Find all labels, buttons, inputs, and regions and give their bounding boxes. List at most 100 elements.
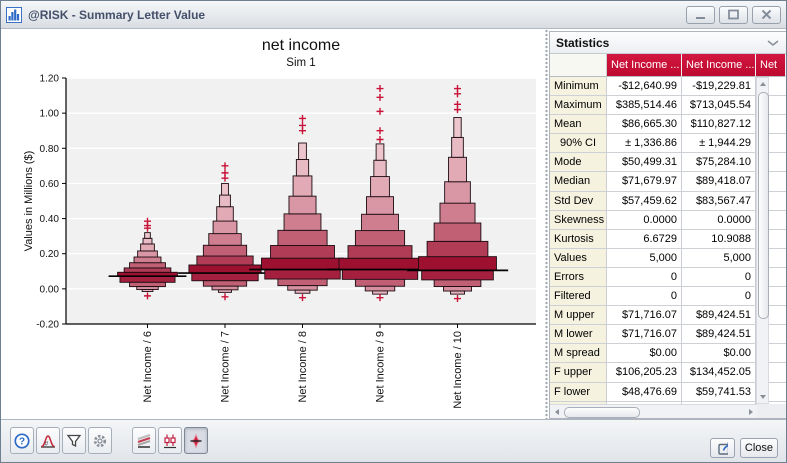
stats-row: Kurtosis6.672910.9088 xyxy=(550,230,786,249)
stats-cell: -$12,640.99 xyxy=(607,77,682,96)
trend-bands-icon xyxy=(135,432,153,450)
minimize-button[interactable] xyxy=(686,6,715,24)
stats-horizontal-scrollbar[interactable] xyxy=(550,404,757,418)
minimize-icon xyxy=(694,9,707,20)
stats-corner-cell xyxy=(550,54,607,77)
statistics-panel: Statistics Net Income ...Net Income ...N… xyxy=(549,31,787,419)
stats-row-label: Skewness xyxy=(550,211,607,230)
summary-trend-chart-button[interactable] xyxy=(132,427,156,454)
window-content: -0.200.000.200.400.600.801.001.20Net Inc… xyxy=(1,29,786,419)
stats-row-label: Std Dev xyxy=(550,192,607,211)
stats-row-label: M lower xyxy=(550,325,607,344)
vertical-scroll-thumb[interactable] xyxy=(758,92,769,319)
stats-cell: $50,499.31 xyxy=(607,153,682,172)
stats-cell: $48,476.69 xyxy=(607,383,682,402)
stats-cell: $59,741.53 xyxy=(682,383,756,402)
bottom-toolbar: ? # xyxy=(1,419,786,462)
stats-row-label: Values xyxy=(550,249,607,268)
stats-row-label: Minimum xyxy=(550,77,607,96)
close-window-button[interactable] xyxy=(752,6,781,24)
stats-cell: 0 xyxy=(607,287,682,306)
stats-cell: ± 1,336.86 xyxy=(607,134,682,153)
distribution-format-button[interactable]: # xyxy=(36,427,60,454)
summary-letter-value-button[interactable] xyxy=(184,427,208,454)
stats-column-header: Net xyxy=(756,54,786,77)
distribution-icon: # xyxy=(39,432,57,450)
stats-column-header: Net Income ... xyxy=(682,54,756,77)
stats-row: Skewness0.00000.0000 xyxy=(550,211,786,230)
svg-text:-0.20: -0.20 xyxy=(36,320,59,331)
scroll-right-arrow[interactable] xyxy=(744,405,757,418)
svg-text:?: ? xyxy=(19,436,25,447)
stats-cell: $83,567.47 xyxy=(682,192,756,211)
stats-cell: ± 1,944.29 xyxy=(682,134,756,153)
statistics-table-body: Minimum-$12,640.99-$19,229.81Maximum$385… xyxy=(550,77,786,404)
scrollbar-corner xyxy=(757,404,786,418)
settings-gear-icon xyxy=(91,432,109,450)
stats-row-label: F lower xyxy=(550,383,607,402)
stats-cell: 0 xyxy=(682,287,756,306)
maximize-button[interactable] xyxy=(719,6,748,24)
stats-cell: 0 xyxy=(682,268,756,287)
stats-cell: $71,716.07 xyxy=(607,306,682,325)
stats-cell: $89,424.51 xyxy=(682,325,756,344)
title-bar[interactable]: @RISK - Summary Letter Value xyxy=(1,1,786,29)
stats-row: Mean$86,665.30$110,827.12 xyxy=(550,115,786,134)
stats-cell: $0.00 xyxy=(607,344,682,363)
help-button[interactable]: ? xyxy=(10,427,34,454)
risk-histogram-icon xyxy=(6,7,22,23)
scroll-down-arrow[interactable] xyxy=(757,391,768,403)
svg-text:Net Income / 6: Net Income / 6 xyxy=(142,331,154,403)
risk-summary-window: @RISK - Summary Letter Value -0.20 0.00 0.… xyxy=(0,0,787,463)
svg-text:#: # xyxy=(45,440,49,447)
svg-text:net income: net income xyxy=(262,37,340,54)
stats-cell: 0 xyxy=(607,268,682,287)
maximize-icon xyxy=(727,9,740,20)
scroll-up-arrow[interactable] xyxy=(757,78,768,90)
stats-cell: 6.6729 xyxy=(607,230,682,249)
stats-row: 90% CI± 1,336.86± 1,944.29 xyxy=(550,134,786,153)
svg-text:1.20: 1.20 xyxy=(40,74,60,85)
stats-row-label: Maximum xyxy=(550,96,607,115)
svg-text:Sim 1: Sim 1 xyxy=(286,57,315,69)
stats-cell: 0.0000 xyxy=(682,211,756,230)
filter-button[interactable] xyxy=(62,427,86,454)
stats-cell: $0.00 xyxy=(682,344,756,363)
stats-row: M lower$71,716.07$89,424.51 xyxy=(550,325,786,344)
stats-cell: $89,418.07 xyxy=(682,172,756,191)
statistics-panel-header[interactable]: Statistics xyxy=(550,32,786,54)
stats-cell: $75,284.10 xyxy=(682,153,756,172)
stats-row: Median$71,679.97$89,418.07 xyxy=(550,172,786,191)
edit-export-button[interactable] xyxy=(710,438,735,458)
stats-vertical-scrollbar[interactable] xyxy=(756,77,769,404)
svg-text:0.80: 0.80 xyxy=(40,144,60,155)
scroll-left-arrow[interactable] xyxy=(550,405,563,418)
svg-text:0.40: 0.40 xyxy=(40,214,60,225)
svg-text:0.60: 0.60 xyxy=(40,179,60,190)
stats-cell: $106,205.23 xyxy=(607,363,682,382)
settings-button[interactable] xyxy=(88,427,112,454)
svg-text:1.00: 1.00 xyxy=(40,109,60,120)
svg-text:Values in Millions ($): Values in Millions ($) xyxy=(23,151,35,252)
stats-row-label: Errors xyxy=(550,268,607,287)
stats-cell: 5,000 xyxy=(607,249,682,268)
stats-row-label: Filtered xyxy=(550,287,607,306)
stats-row: F lower$48,476.69$59,741.53 xyxy=(550,383,786,402)
svg-text:0.00: 0.00 xyxy=(40,284,60,295)
stats-row: M spread$0.00$0.00 xyxy=(550,344,786,363)
stats-row: Mode$50,499.31$75,284.10 xyxy=(550,153,786,172)
stats-row-label: F upper xyxy=(550,363,607,382)
filter-icon xyxy=(65,432,83,450)
statistics-table: Net Income ...Net Income ...Net Minimum-… xyxy=(550,54,786,404)
horizontal-scroll-thumb[interactable] xyxy=(564,407,640,418)
chevron-down-icon[interactable] xyxy=(766,39,780,47)
stats-row: Std Dev$57,459.62$83,567.47 xyxy=(550,192,786,211)
stats-cell: $71,716.07 xyxy=(607,325,682,344)
summary-box-plot-button[interactable] xyxy=(158,427,182,454)
window-title: @RISK - Summary Letter Value xyxy=(28,8,205,22)
stats-cell: $57,459.62 xyxy=(607,192,682,211)
stats-cell: $385,514.46 xyxy=(607,96,682,115)
stats-cell: $89,424.51 xyxy=(682,306,756,325)
stats-cell: $71,679.97 xyxy=(607,172,682,191)
close-button[interactable]: Close xyxy=(740,438,778,458)
